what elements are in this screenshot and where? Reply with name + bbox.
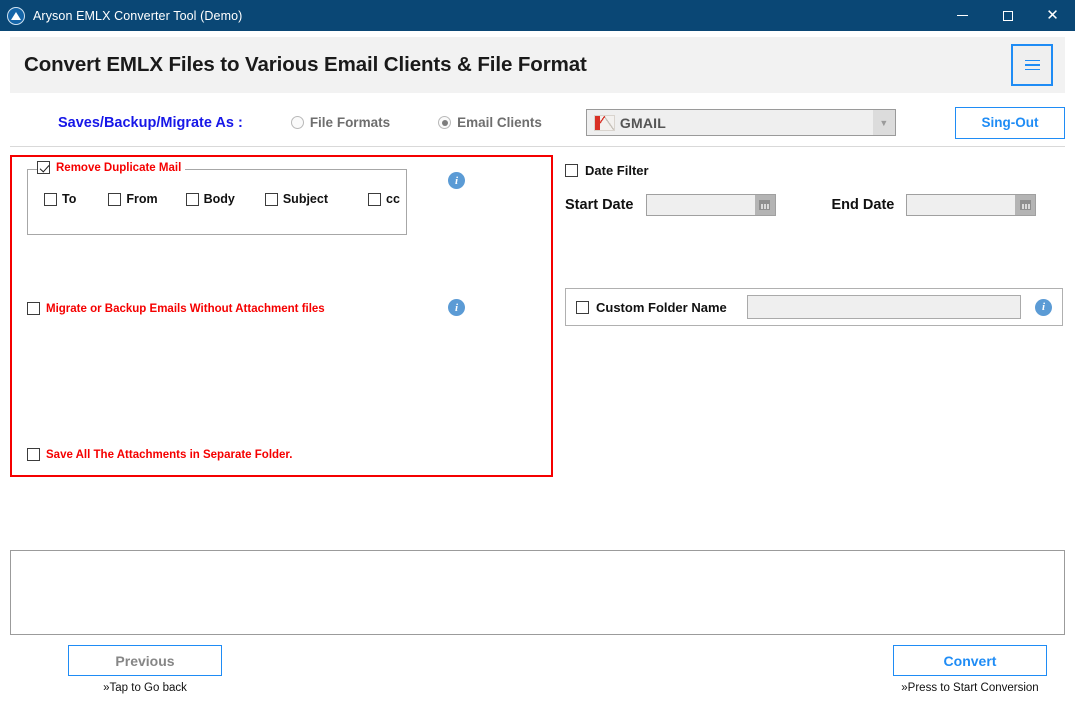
criteria-cc[interactable]: cc: [368, 192, 400, 206]
save-attachments-row[interactable]: Save All The Attachments in Separate Fol…: [27, 448, 292, 461]
radio-circle-selected-icon: [438, 116, 452, 129]
start-date-input[interactable]: [645, 194, 776, 216]
end-date-label: End Date: [831, 197, 895, 213]
hamburger-line: [1024, 64, 1040, 66]
migrate-without-attachment-label: Migrate or Backup Emails Without Attachm…: [46, 302, 325, 315]
close-icon: ✕: [1046, 6, 1059, 24]
save-options-row: Saves/Backup/Migrate As : File Formats E…: [10, 99, 1065, 147]
email-client-value: GMAIL: [619, 114, 666, 131]
gmail-logo-icon: [593, 114, 615, 131]
window-title: Aryson EMLX Converter Tool (Demo): [33, 8, 243, 23]
radio-file-formats[interactable]: File Formats: [290, 115, 391, 130]
calendar-icon: [1019, 200, 1031, 210]
minimize-icon: [957, 15, 968, 16]
migrate-without-attachment-row[interactable]: Migrate or Backup Emails Without Attachm…: [27, 302, 325, 315]
main-panels: Remove Duplicate Mail To From Body Subje…: [10, 155, 1065, 477]
radio-circle-icon: [290, 116, 304, 129]
migrate-without-attachment-checkbox[interactable]: [27, 302, 40, 315]
hamburger-menu-icon[interactable]: [1011, 44, 1053, 86]
previous-block: Previous »Tap to Go back: [68, 645, 222, 694]
close-button[interactable]: ✕: [1030, 0, 1075, 31]
save-attachments-label: Save All The Attachments in Separate Fol…: [46, 448, 293, 461]
page-title: Convert EMLX Files to Various Email Clie…: [24, 53, 587, 76]
save-attachments-checkbox[interactable]: [27, 448, 40, 461]
custom-folder-input[interactable]: [746, 295, 1021, 319]
criteria-body-label: Body: [203, 192, 235, 206]
radio-email-clients[interactable]: Email Clients: [438, 115, 542, 130]
radio-file-formats-label: File Formats: [309, 115, 391, 130]
criteria-subject[interactable]: Subject: [264, 192, 328, 206]
criteria-subject-checkbox[interactable]: [264, 192, 278, 206]
window-controls: ✕: [940, 0, 1075, 31]
criteria-from-label: From: [126, 192, 158, 206]
criteria-from-checkbox[interactable]: [108, 192, 122, 206]
convert-button[interactable]: Convert: [893, 645, 1047, 676]
calendar-icon: [759, 200, 770, 210]
hamburger-line: [1024, 59, 1040, 62]
convert-hint: »Press to Start Conversion: [901, 682, 1039, 694]
header-banner: Convert EMLX Files to Various Email Clie…: [10, 37, 1065, 93]
left-options-panel: Remove Duplicate Mail To From Body Subje…: [10, 155, 553, 477]
header-wrapper: Convert EMLX Files to Various Email Clie…: [0, 31, 1075, 93]
email-client-dropdown[interactable]: GMAIL ▼: [585, 109, 896, 136]
right-options-panel: Date Filter Start Date End Date Custom F…: [553, 155, 1065, 477]
start-date-calendar-button[interactable]: [754, 195, 775, 215]
title-bar: Aryson EMLX Converter Tool (Demo) ✕: [0, 0, 1075, 31]
end-date-calendar-button[interactable]: [1015, 195, 1036, 215]
date-range-row: Start Date End Date: [565, 194, 1065, 216]
convert-block: Convert »Press to Start Conversion: [893, 645, 1047, 694]
criteria-to-checkbox[interactable]: [44, 192, 57, 206]
footer-actions: Previous »Tap to Go back Convert »Press …: [10, 645, 1065, 709]
start-date-label: Start Date: [565, 197, 634, 213]
remove-duplicate-checkbox-row[interactable]: Remove Duplicate Mail: [37, 161, 186, 174]
remove-duplicate-fieldset: Remove Duplicate Mail To From Body Subje…: [27, 161, 407, 235]
status-log-panel: [10, 550, 1065, 635]
info-icon[interactable]: i: [448, 299, 465, 316]
date-filter-row[interactable]: Date Filter: [565, 155, 1065, 178]
criteria-from[interactable]: From: [108, 192, 158, 206]
criteria-cc-checkbox[interactable]: [368, 192, 381, 206]
custom-folder-label: Custom Folder Name: [596, 299, 727, 315]
criteria-body[interactable]: Body: [185, 192, 235, 206]
criteria-to[interactable]: To: [44, 192, 76, 206]
maximize-icon: [1002, 10, 1013, 21]
info-icon[interactable]: i: [448, 172, 465, 189]
radio-email-clients-label: Email Clients: [457, 115, 542, 130]
date-filter-checkbox[interactable]: [565, 164, 578, 177]
hamburger-line: [1024, 68, 1040, 71]
remove-duplicate-checkbox[interactable]: [37, 161, 50, 174]
criteria-body-checkbox[interactable]: [185, 192, 199, 206]
output-type-radio-group: File Formats Email Clients: [243, 115, 542, 130]
chevron-down-icon[interactable]: ▼: [872, 110, 895, 135]
date-filter-label: Date Filter: [585, 163, 649, 178]
previous-button[interactable]: Previous: [68, 645, 222, 676]
maximize-button[interactable]: [985, 0, 1030, 31]
criteria-cc-label: cc: [386, 192, 400, 206]
minimize-button[interactable]: [940, 0, 985, 31]
custom-folder-box: Custom Folder Name i: [565, 288, 1063, 326]
info-icon[interactable]: i: [1035, 298, 1052, 316]
duplicate-criteria-group: To From Body Subject cc: [44, 192, 400, 206]
save-as-label: Saves/Backup/Migrate As :: [58, 114, 243, 131]
remove-duplicate-label: Remove Duplicate Mail: [56, 161, 182, 174]
aryson-logo-icon: [7, 6, 25, 25]
criteria-to-label: To: [62, 192, 77, 206]
end-date-input[interactable]: [906, 194, 1037, 216]
previous-hint: »Tap to Go back: [103, 682, 187, 694]
sign-out-button[interactable]: Sing-Out: [955, 106, 1065, 139]
criteria-subject-label: Subject: [282, 192, 328, 206]
custom-folder-checkbox[interactable]: [576, 300, 589, 314]
